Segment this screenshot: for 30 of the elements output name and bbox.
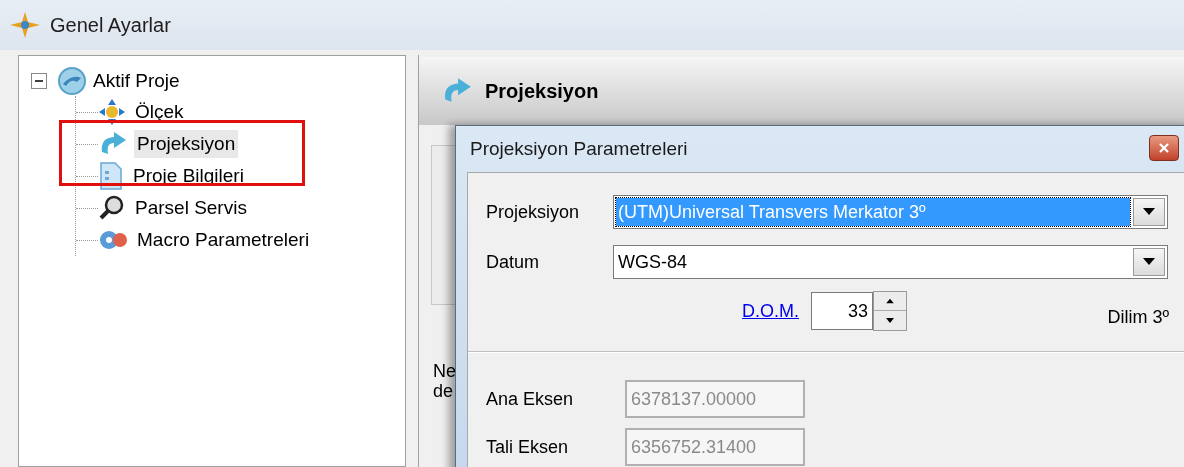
close-button[interactable] xyxy=(1149,135,1179,161)
field-label: Tali Eksen xyxy=(486,435,570,459)
tree-item[interactable]: Proje Bilgileri xyxy=(130,161,247,191)
collapse-toggle-icon[interactable] xyxy=(31,73,47,89)
note-text: de xyxy=(433,381,454,401)
panel-title: Projeksiyon xyxy=(485,79,599,104)
field-label: Projeksiyon xyxy=(486,200,581,224)
dropdown[interactable]: WGS-84 xyxy=(613,245,1168,279)
dropdown-button[interactable] xyxy=(1133,248,1165,276)
magnifier-icon xyxy=(98,194,126,222)
dropdown-arrow-icon xyxy=(1143,258,1155,266)
field-label: Datum xyxy=(486,250,540,274)
dialog-title: Projeksiyon Parametreleri xyxy=(470,136,688,161)
spin-down-icon[interactable] xyxy=(874,311,906,330)
tree-item[interactable]: Projeksiyon xyxy=(134,129,239,159)
field-label: Ana Eksen xyxy=(486,387,575,411)
zone-label: Dilim 3º xyxy=(1107,305,1169,329)
tree-item[interactable]: Parsel Servis xyxy=(132,193,250,223)
close-icon xyxy=(1159,143,1169,153)
globe-icon xyxy=(57,66,87,96)
dropdown-arrow-icon xyxy=(1143,208,1155,216)
compass-arrows-icon xyxy=(98,98,126,126)
tree-item[interactable]: Ölçek xyxy=(132,97,187,127)
window-title: Genel Ayarlar xyxy=(50,13,171,38)
spin-up-icon[interactable] xyxy=(874,292,906,311)
note-text: Ne xyxy=(433,361,456,381)
dom-link[interactable]: D.O.M. xyxy=(742,297,799,325)
tree-root-label[interactable]: Aktif Proje xyxy=(93,66,180,96)
dropdown-button[interactable] xyxy=(1133,198,1165,226)
tree-item[interactable]: Macro Parametreleri xyxy=(134,225,313,255)
